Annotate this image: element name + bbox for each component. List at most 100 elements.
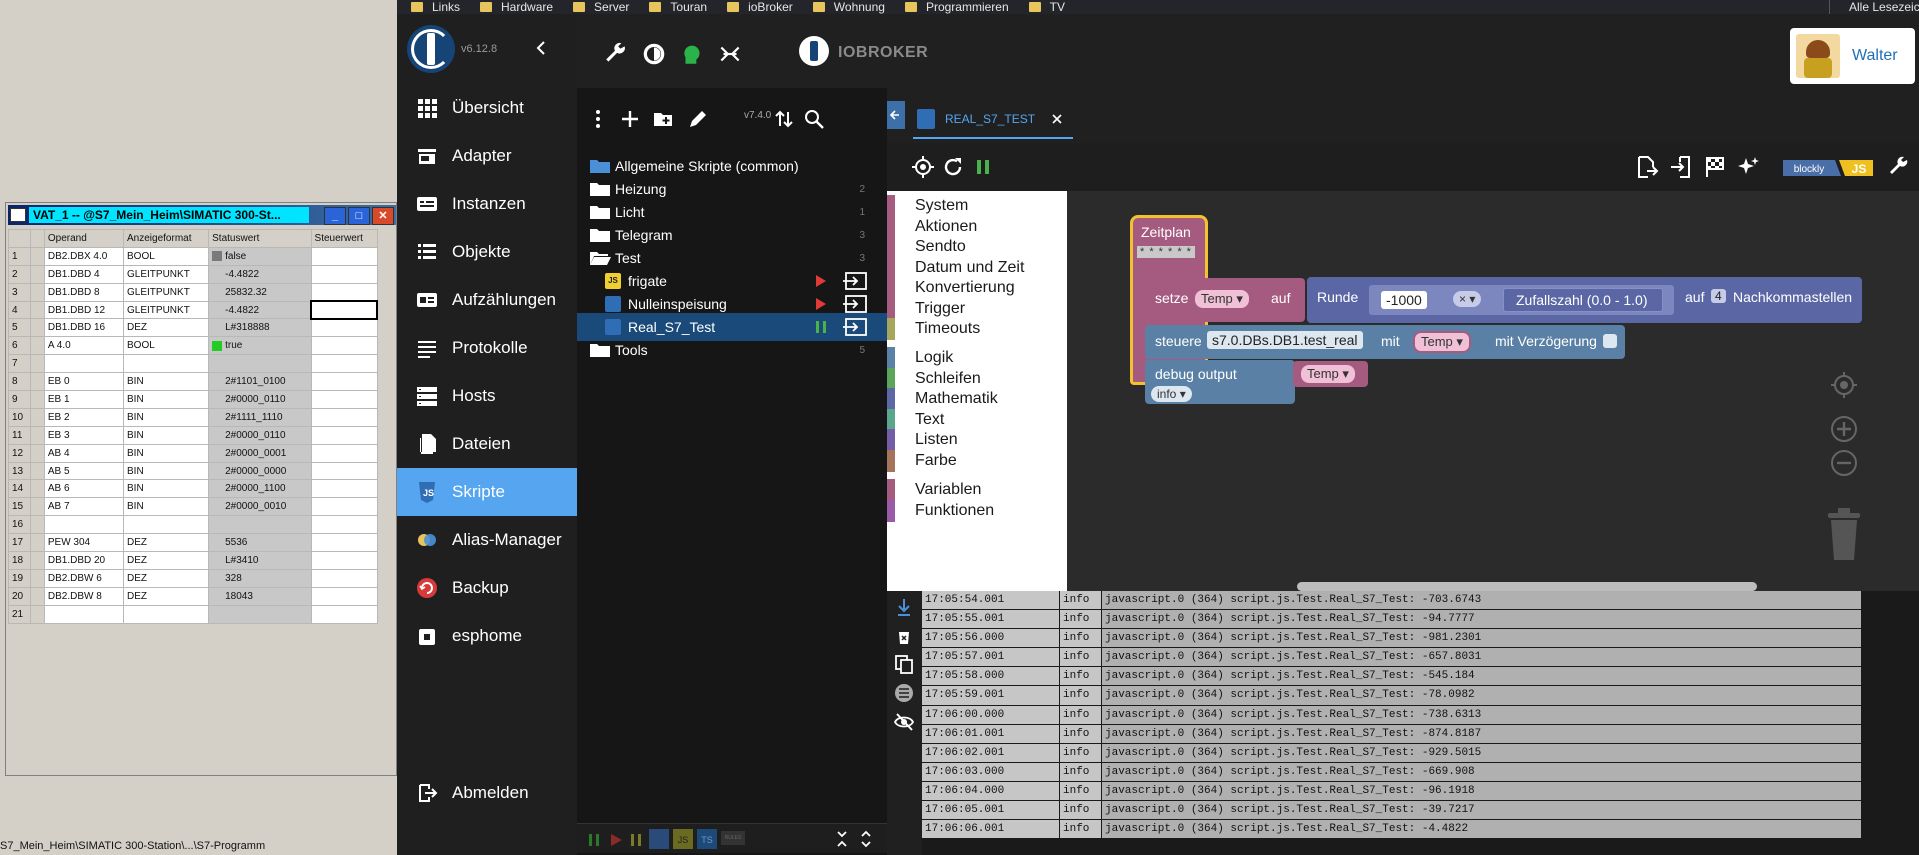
blockly-to-js-toggle[interactable]: blockly JS (1783, 158, 1873, 178)
format-cell[interactable]: GLEITPUNKT (123, 282, 210, 302)
add-folder-icon[interactable] (652, 108, 674, 130)
table-row[interactable]: 9 EB 1 BIN 2#0000_0110 (8, 390, 378, 409)
table-row[interactable]: 6 A 4.0 BOOL true (8, 336, 378, 356)
number-field[interactable]: -1000 (1381, 291, 1427, 309)
log-view-icon[interactable] (894, 683, 914, 703)
status-value-cell[interactable]: 2#0000_0110 (208, 390, 312, 409)
debug-variable-dropdown[interactable]: Temp ▾ (1301, 365, 1355, 383)
logout-button[interactable]: Abmelden (397, 769, 577, 817)
filter-blockly-icon[interactable] (649, 829, 669, 849)
operator-dropdown[interactable]: × ▾ (1453, 291, 1482, 307)
operand-cell[interactable]: DB2.DBW 8 (43, 586, 125, 606)
sidebar-item-files[interactable]: Dateien (397, 420, 577, 468)
bookmark-folder[interactable]: Touran (649, 0, 707, 14)
delay-checkbox[interactable] (1603, 334, 1617, 348)
toolbox-category[interactable]: Timeouts (887, 317, 980, 341)
bookmark-folder[interactable]: Hardware (480, 0, 553, 14)
status-value-cell[interactable]: 2#0000_0000 (208, 461, 312, 481)
toolbox-category[interactable]: Funktionen (887, 499, 994, 523)
format-cell[interactable]: BOOL (123, 246, 210, 266)
collapse-all-icon[interactable] (835, 830, 849, 848)
control-value-cell[interactable] (310, 461, 378, 481)
value-variable-dropdown[interactable]: Temp ▾ (1413, 331, 1471, 353)
control-value-cell[interactable] (310, 407, 378, 427)
table-row[interactable]: 17 PEW 304 DEZ 5536 (8, 533, 378, 553)
format-cell[interactable]: DEZ (123, 533, 210, 553)
control-value-cell[interactable] (310, 497, 378, 517)
table-row[interactable]: 18 DB1.DBD 20 DEZ L#3410 (8, 551, 378, 570)
format-cell[interactable]: BIN (123, 372, 210, 392)
round-block[interactable]: Runde -1000 × ▾ Zufallszahl (0.0 - 1.0) … (1307, 277, 1862, 323)
table-row[interactable]: 16 (8, 515, 378, 535)
control-value-cell[interactable] (310, 336, 378, 356)
format-cell[interactable]: DEZ (123, 568, 210, 588)
filter-js-icon[interactable]: JS (673, 829, 693, 849)
operand-cell[interactable]: EB 1 (43, 390, 125, 409)
blockly-workspace[interactable]: System Aktionen Sendto Datum und Zeit Konver… (887, 191, 1919, 591)
table-row[interactable]: 21 (8, 604, 378, 624)
log-level-dropdown[interactable]: info ▾ (1151, 386, 1192, 402)
format-cell[interactable]: GLEITPUNKT (123, 264, 210, 284)
status-value-cell[interactable]: 2#0000_0010 (208, 497, 312, 517)
control-value-cell[interactable] (310, 246, 378, 266)
status-value-cell[interactable]: true (208, 336, 312, 356)
operand-cell[interactable]: DB1.DBD 12 (43, 300, 125, 320)
control-value-cell[interactable] (310, 372, 378, 392)
control-value-cell[interactable] (310, 390, 378, 409)
edit-icon[interactable] (687, 108, 709, 130)
status-value-cell[interactable]: 2#0000_1100 (208, 479, 312, 499)
zoom-in-icon[interactable] (1830, 415, 1858, 443)
set-variable-block[interactable]: setze Temp ▾ auf (1145, 278, 1305, 322)
cron-field[interactable]: * * * * * * (1137, 246, 1195, 258)
sidebar-item-log[interactable]: Protokolle (397, 324, 577, 372)
status-value-cell[interactable]: -4.4822 (208, 300, 312, 320)
control-value-cell[interactable] (310, 479, 378, 499)
settings-wrench-icon[interactable] (1887, 155, 1911, 179)
sidebar-item-hosts[interactable]: Hosts (397, 372, 577, 420)
flag-icon[interactable] (1703, 155, 1727, 179)
format-cell[interactable]: BIN (123, 497, 210, 517)
operand-cell[interactable]: PEW 304 (43, 533, 125, 553)
bookmark-folder[interactable]: Links (411, 0, 460, 14)
table-row[interactable]: 3 DB1.DBD 8 GLEITPUNKT 25832.32 (8, 282, 378, 302)
table-row[interactable]: 2 DB1.DBD 4 GLEITPUNKT -4.4822 (8, 264, 378, 284)
status-value-cell[interactable]: false (208, 246, 312, 266)
format-cell[interactable]: BIN (123, 461, 210, 481)
operand-cell[interactable]: EB 2 (43, 407, 125, 427)
table-row[interactable]: 4 DB1.DBD 12 GLEITPUNKT -4.4822 (8, 300, 378, 320)
start-script-icon[interactable] (815, 274, 827, 288)
table-row[interactable]: 15 AB 7 BIN 2#0000_0010 (8, 497, 378, 517)
operand-cell[interactable]: DB2.DBW 6 (43, 568, 125, 588)
operand-cell[interactable] (43, 354, 125, 374)
debug-value-block[interactable]: Temp ▾ (1293, 361, 1368, 387)
open-script-icon[interactable] (843, 318, 867, 336)
format-cell[interactable] (123, 515, 210, 535)
add-script-icon[interactable] (619, 108, 641, 130)
bookmark-folder[interactable]: Programmieren (904, 0, 1009, 14)
more-vert-icon[interactable] (587, 108, 609, 130)
open-script-icon[interactable] (843, 272, 867, 290)
control-value-cell[interactable] (310, 515, 378, 535)
clear-log-icon[interactable] (894, 626, 914, 646)
pause-script-icon[interactable] (815, 320, 827, 334)
center-workspace-icon[interactable] (1830, 371, 1858, 399)
operand-cell[interactable]: DB1.DBD 16 (43, 318, 125, 338)
table-row[interactable]: 11 EB 3 BIN 2#0000_0110 (8, 425, 378, 445)
control-value-cell[interactable] (310, 443, 378, 463)
operand-cell[interactable]: EB 3 (43, 425, 125, 445)
search-icon[interactable] (803, 108, 825, 130)
control-value-cell[interactable] (310, 318, 378, 338)
status-value-cell[interactable]: L#3410 (208, 551, 312, 570)
operand-cell[interactable]: AB 5 (43, 461, 125, 481)
table-row[interactable]: 1 DB2.DBX 4.0 BOOL false (8, 246, 378, 266)
status-value-cell[interactable]: 2#1101_0100 (208, 372, 312, 392)
operand-cell[interactable]: AB 4 (43, 443, 125, 463)
operand-cell[interactable]: DB1.DBD 4 (43, 264, 125, 284)
status-value-cell[interactable]: 328 (208, 568, 312, 588)
multiply-block[interactable]: -1000 × ▾ Zufallszahl (0.0 - 1.0) (1369, 285, 1674, 315)
format-cell[interactable]: BIN (123, 443, 210, 463)
table-row[interactable]: 13 AB 5 BIN 2#0000_0000 (8, 461, 378, 481)
table-row[interactable]: 10 EB 2 BIN 2#1111_1110 (8, 407, 378, 427)
set-variable-dropdown[interactable]: Temp ▾ (1195, 290, 1249, 308)
format-cell[interactable]: DEZ (123, 318, 210, 338)
